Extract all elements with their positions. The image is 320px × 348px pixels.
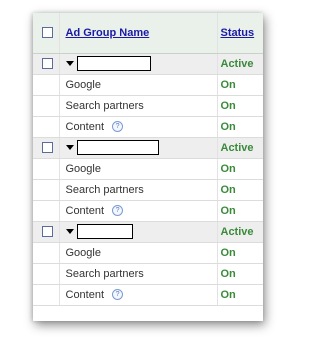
- ad-group-status[interactable]: Active: [221, 58, 254, 70]
- network-status[interactable]: On: [221, 268, 236, 280]
- ad-group-name-sort-link[interactable]: Ad Group Name: [66, 27, 150, 39]
- network-label: Google: [65, 78, 101, 91]
- network-row: Search partners On: [33, 263, 263, 285]
- network-row: Google On: [33, 158, 263, 180]
- network-status[interactable]: On: [221, 205, 236, 217]
- network-row: Google On: [33, 74, 263, 96]
- network-row: Content? On: [33, 284, 263, 306]
- network-label: Content: [65, 120, 105, 133]
- status-header: Status: [216, 13, 263, 54]
- select-all-checkbox[interactable]: [42, 27, 53, 39]
- network-label: Search partners: [65, 99, 144, 112]
- select-all-cell: [33, 13, 59, 54]
- network-row: Google On: [33, 242, 263, 264]
- ad-group-row: Active: [33, 221, 263, 243]
- network-status[interactable]: On: [221, 247, 236, 259]
- ad-group-name-redacted: [76, 140, 159, 155]
- ad-group-name-redacted: [76, 224, 133, 239]
- network-status[interactable]: On: [221, 79, 236, 91]
- network-status[interactable]: On: [221, 121, 236, 133]
- network-status[interactable]: On: [221, 163, 236, 175]
- network-row: Content? On: [33, 116, 263, 138]
- network-status[interactable]: On: [221, 184, 236, 196]
- network-row: Search partners On: [33, 179, 263, 201]
- network-status[interactable]: On: [221, 289, 236, 301]
- network-label: Search partners: [65, 267, 144, 280]
- ad-group-status[interactable]: Active: [221, 226, 254, 238]
- network-label: Google: [65, 162, 101, 175]
- expand-caret-icon[interactable]: [65, 145, 74, 150]
- network-label: Content: [65, 288, 105, 301]
- ad-group-name-header: Ad Group Name: [58, 13, 217, 54]
- status-sort-link[interactable]: Status: [221, 27, 255, 39]
- network-row: Content? On: [33, 200, 263, 222]
- table-header-row: Ad Group Name Status: [33, 13, 263, 54]
- ad-group-row: Active: [33, 137, 263, 159]
- ad-groups-table-panel: Ad Group Name Status Active Google On Se…: [33, 13, 263, 321]
- network-status[interactable]: On: [221, 100, 236, 112]
- ad-group-status[interactable]: Active: [221, 142, 254, 154]
- expand-caret-icon[interactable]: [65, 229, 74, 234]
- ad-groups-table: Ad Group Name Status Active Google On Se…: [33, 13, 263, 306]
- help-icon[interactable]: ?: [112, 205, 124, 217]
- help-icon[interactable]: ?: [112, 289, 124, 301]
- ad-group-checkbox[interactable]: [42, 226, 53, 238]
- expand-caret-icon[interactable]: [65, 61, 74, 66]
- network-label: Search partners: [65, 183, 144, 196]
- network-label: Content: [65, 204, 105, 217]
- help-icon[interactable]: ?: [112, 121, 124, 133]
- network-row: Search partners On: [33, 95, 263, 117]
- ad-group-row: Active: [33, 53, 263, 75]
- ad-group-name-redacted: [76, 56, 151, 71]
- network-label: Google: [65, 246, 101, 259]
- ad-group-checkbox[interactable]: [42, 142, 53, 154]
- ad-group-checkbox[interactable]: [42, 58, 53, 70]
